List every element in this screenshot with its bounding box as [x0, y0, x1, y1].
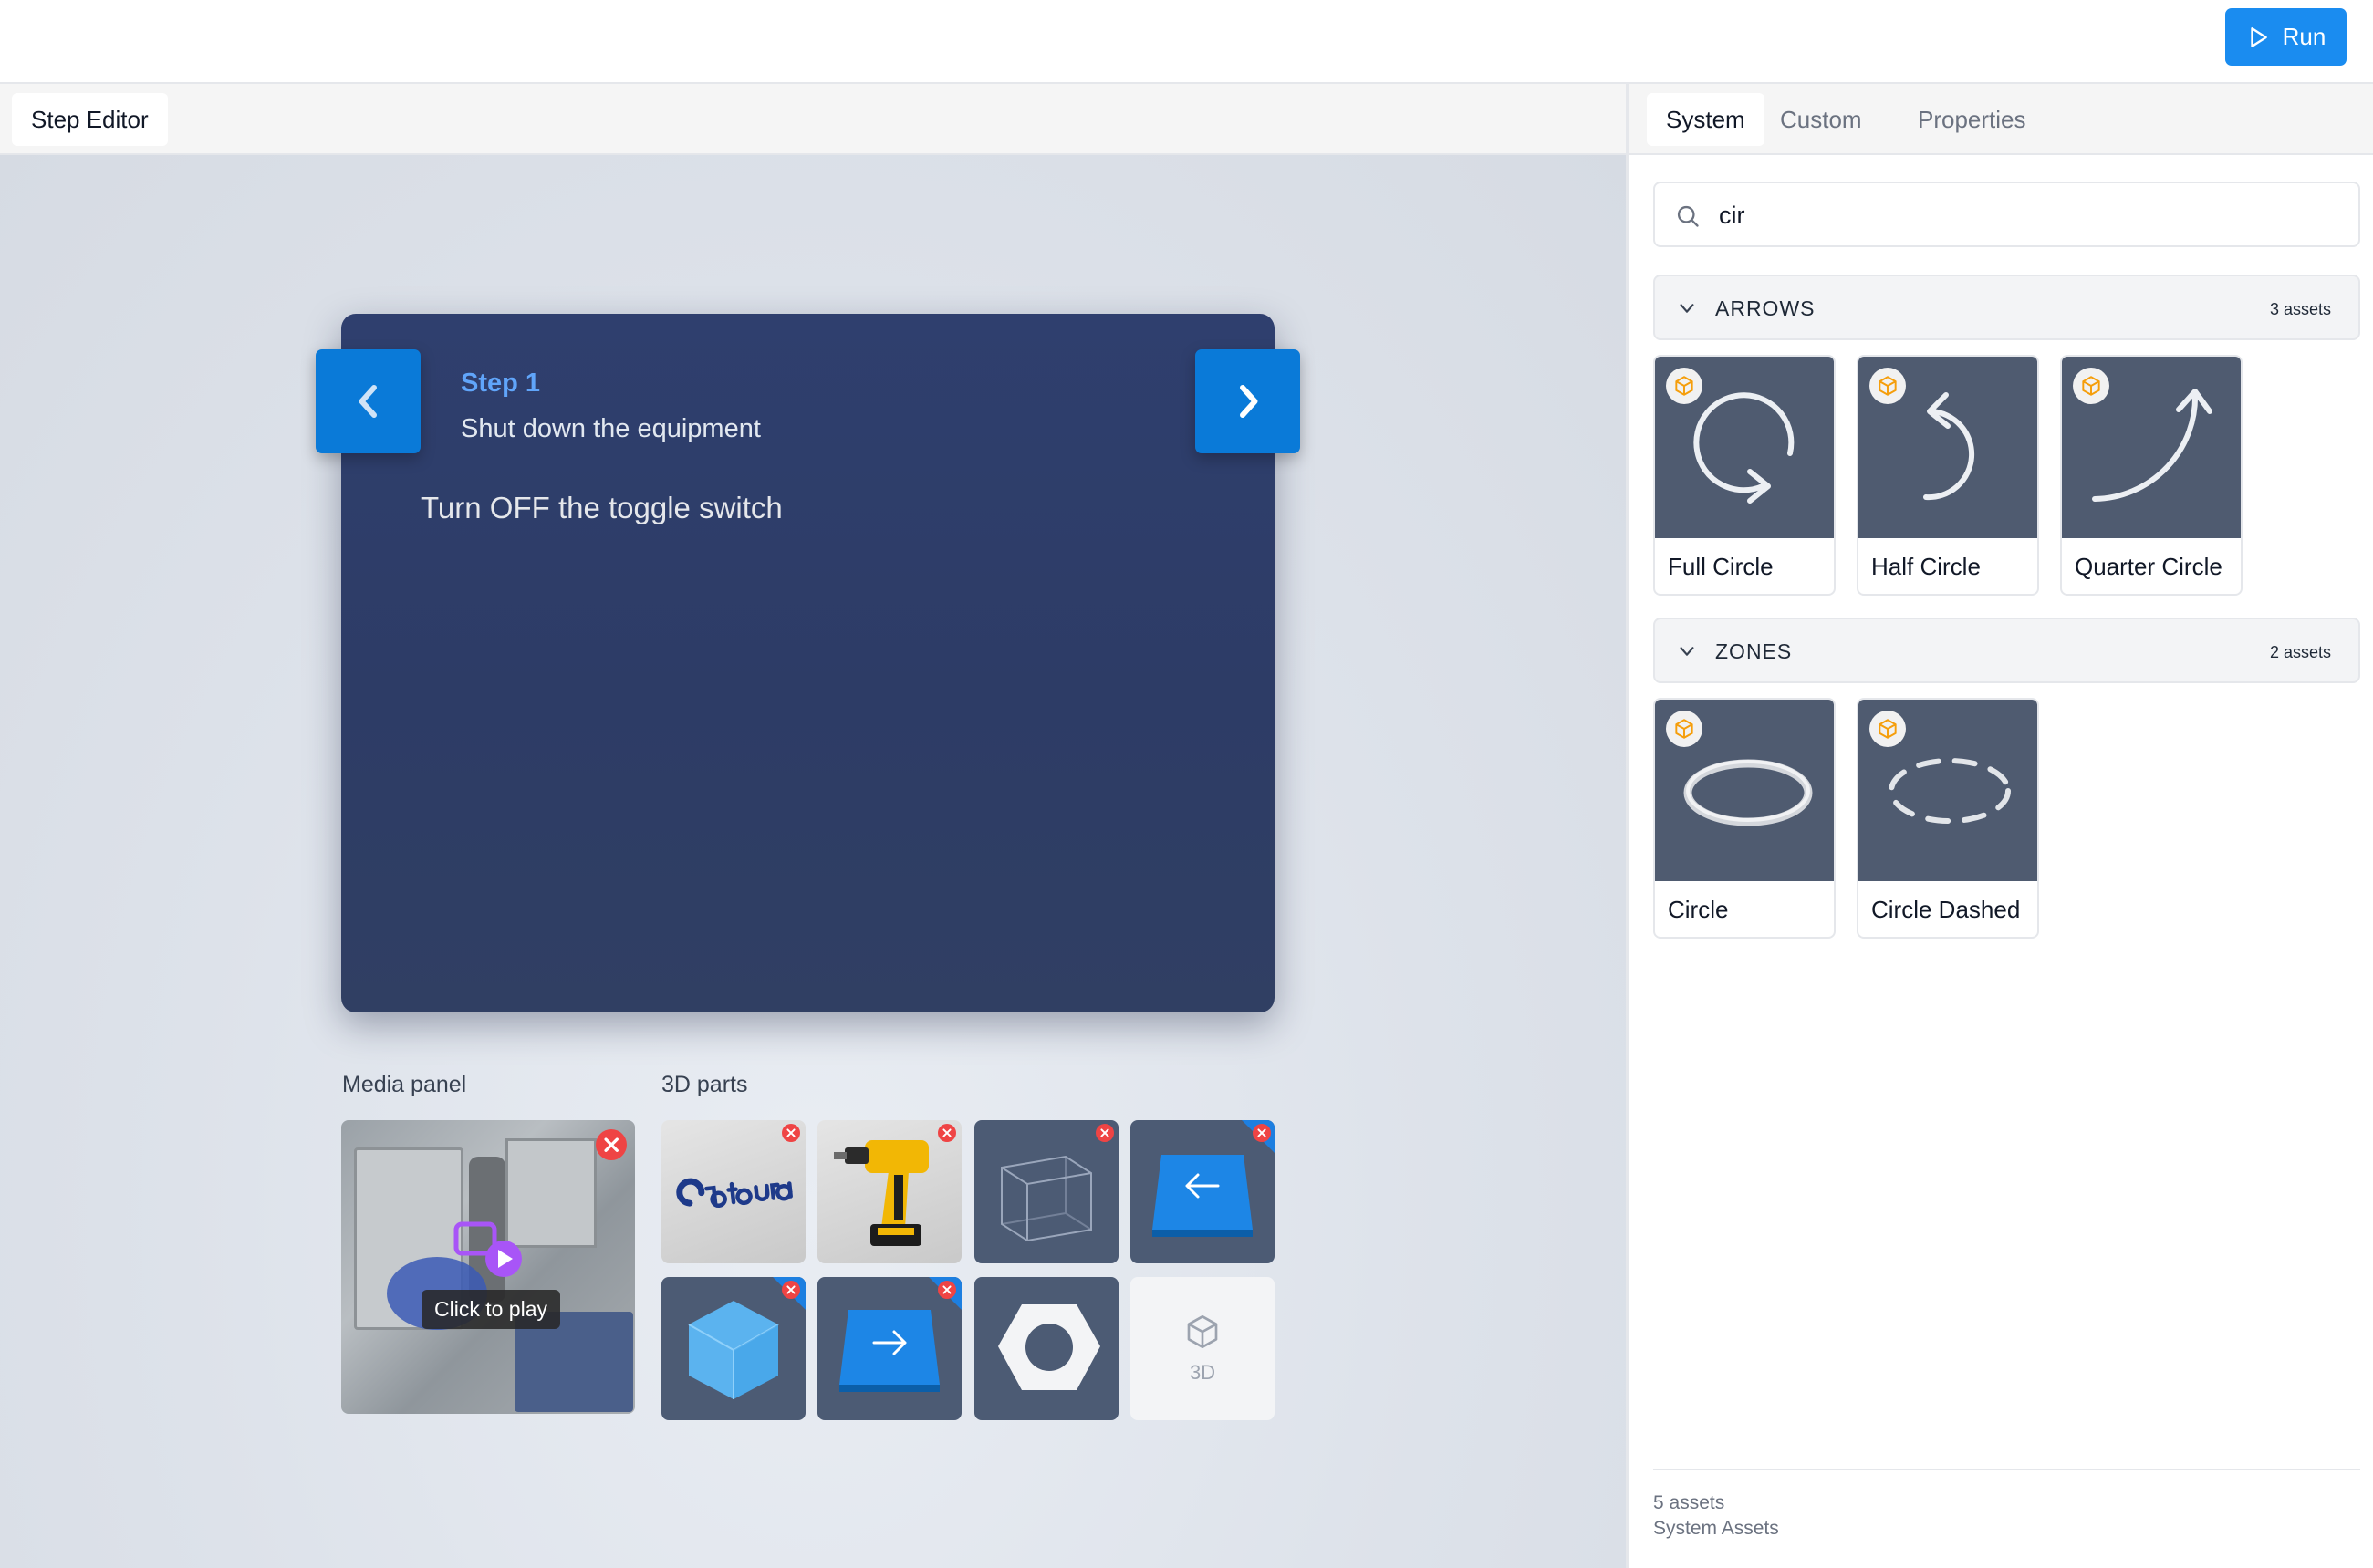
editor-header: Step Editor: [0, 84, 1626, 155]
category-arrows-header[interactable]: ARROWS 3 assets: [1653, 275, 2360, 340]
cube-icon: [1879, 376, 1897, 396]
impact-drill-icon: [834, 1140, 929, 1246]
asset-card-circle-dashed[interactable]: Circle Dashed: [1857, 698, 2039, 939]
close-icon: [942, 1285, 952, 1294]
part-tile-hex-nut[interactable]: [974, 1277, 1119, 1420]
tab-properties[interactable]: Properties: [1899, 93, 2045, 146]
remove-part-button[interactable]: [938, 1281, 956, 1299]
3d-model-badge: [1869, 711, 1906, 747]
close-icon: [1100, 1128, 1109, 1137]
part-tile-arrow-left-plate[interactable]: [1130, 1120, 1275, 1263]
part-tile-blue-cube[interactable]: [661, 1277, 806, 1420]
cube-icon: [2082, 376, 2100, 396]
altoura-logo-icon: [676, 1178, 793, 1208]
part-tile-wireframe-cube[interactable]: [974, 1120, 1119, 1263]
cube-icon: [1675, 376, 1693, 396]
remove-part-button[interactable]: [782, 1124, 800, 1142]
category-name: ZONES: [1715, 639, 1793, 663]
asset-thumbnail: [1655, 357, 1834, 538]
video-play-icon[interactable]: [453, 1219, 526, 1282]
next-step-button[interactable]: [1195, 349, 1300, 453]
run-button-label: Run: [2282, 23, 2326, 50]
search-icon: [1677, 205, 1699, 227]
media-video-tile[interactable]: Click to play: [341, 1120, 635, 1414]
remove-part-button[interactable]: [1096, 1124, 1114, 1142]
3d-model-badge: [2073, 368, 2109, 404]
part-tile-altoura-logo[interactable]: [661, 1120, 806, 1263]
close-icon: [786, 1128, 796, 1137]
step-title[interactable]: Shut down the equipment: [461, 414, 761, 444]
hex-nut-icon: [998, 1304, 1100, 1390]
close-icon: [786, 1285, 796, 1294]
media-panel-label: Media panel: [342, 1072, 467, 1097]
chevron-right-icon: [1239, 385, 1257, 418]
category-name: ARROWS: [1715, 296, 1816, 320]
panel-divider[interactable]: [1626, 84, 1629, 1568]
3d-model-badge: [1666, 711, 1702, 747]
search-input[interactable]: [1719, 192, 2348, 238]
asset-name: Circle Dashed: [1871, 896, 2021, 923]
wireframe-cube-icon: [1001, 1155, 1092, 1242]
click-to-play-tooltip: Click to play: [422, 1290, 560, 1329]
asset-search: [1653, 182, 2360, 247]
asset-name: Full Circle: [1668, 553, 1774, 580]
asset-name: Circle: [1668, 896, 1729, 923]
category-count: 2 assets: [2269, 643, 2331, 661]
asset-card-half-circle[interactable]: Half Circle: [1857, 355, 2039, 596]
asset-card-circle[interactable]: Circle: [1653, 698, 1836, 939]
asset-card-full-circle[interactable]: Full Circle: [1653, 355, 1836, 596]
tab-custom-label: Custom: [1780, 105, 1862, 133]
tab-system[interactable]: System: [1647, 93, 1764, 146]
3d-model-badge: [1869, 368, 1906, 404]
asset-name: Half Circle: [1871, 553, 1981, 580]
asset-thumbnail: [1858, 700, 2037, 881]
close-icon: [1257, 1128, 1266, 1137]
3d-model-badge: [1666, 368, 1702, 404]
cube-icon: [1675, 719, 1693, 739]
remove-part-button[interactable]: [782, 1281, 800, 1299]
chevron-down-icon: [1680, 304, 1694, 313]
part-tile-arrow-right-plate[interactable]: [817, 1277, 962, 1420]
asset-thumbnail: [2062, 357, 2241, 538]
play-icon: [2250, 26, 2267, 47]
tab-system-label: System: [1666, 105, 1745, 133]
3d-parts-label: 3D parts: [661, 1072, 748, 1097]
remove-part-button[interactable]: [1253, 1124, 1271, 1142]
close-icon: [604, 1137, 619, 1152]
right-panel-tabs: System Custom Properties: [1629, 84, 2373, 155]
asset-thumbnail: [1858, 357, 2037, 538]
close-icon: [942, 1128, 952, 1137]
category-zones-header[interactable]: ZONES 2 assets: [1653, 618, 2360, 683]
chevron-down-icon: [1680, 647, 1694, 656]
asset-count: 5 assets: [1653, 1492, 1725, 1513]
add-3d-part-slot[interactable]: 3D: [1130, 1277, 1275, 1420]
asset-name: Quarter Circle: [2075, 553, 2222, 580]
asset-source: System Assets: [1653, 1518, 1779, 1539]
step-instruction[interactable]: Turn OFF the toggle switch: [421, 491, 783, 525]
tab-step-editor[interactable]: Step Editor: [12, 93, 168, 146]
top-bar: Run: [0, 0, 2373, 84]
tab-step-editor-label: Step Editor: [31, 105, 149, 133]
remove-part-button[interactable]: [938, 1124, 956, 1142]
step-number: Step 1: [461, 369, 541, 398]
run-button[interactable]: Run: [2225, 8, 2347, 66]
tab-properties-label: Properties: [1918, 105, 2026, 133]
asset-thumbnail: [1655, 700, 1834, 881]
footer-divider: [1653, 1469, 2360, 1470]
cube-icon: [1187, 1314, 1218, 1348]
add-3d-part-label: 3D: [1189, 1360, 1216, 1384]
cube-icon: [1879, 719, 1897, 739]
remove-media-button[interactable]: [596, 1129, 627, 1160]
category-count: 3 assets: [2269, 300, 2331, 318]
previous-step-button[interactable]: [316, 349, 421, 453]
chevron-left-icon: [359, 385, 377, 418]
tab-custom[interactable]: Custom: [1761, 93, 1881, 146]
part-tile-impact-drill[interactable]: [817, 1120, 962, 1263]
asset-card-quarter-circle[interactable]: Quarter Circle: [2060, 355, 2243, 596]
